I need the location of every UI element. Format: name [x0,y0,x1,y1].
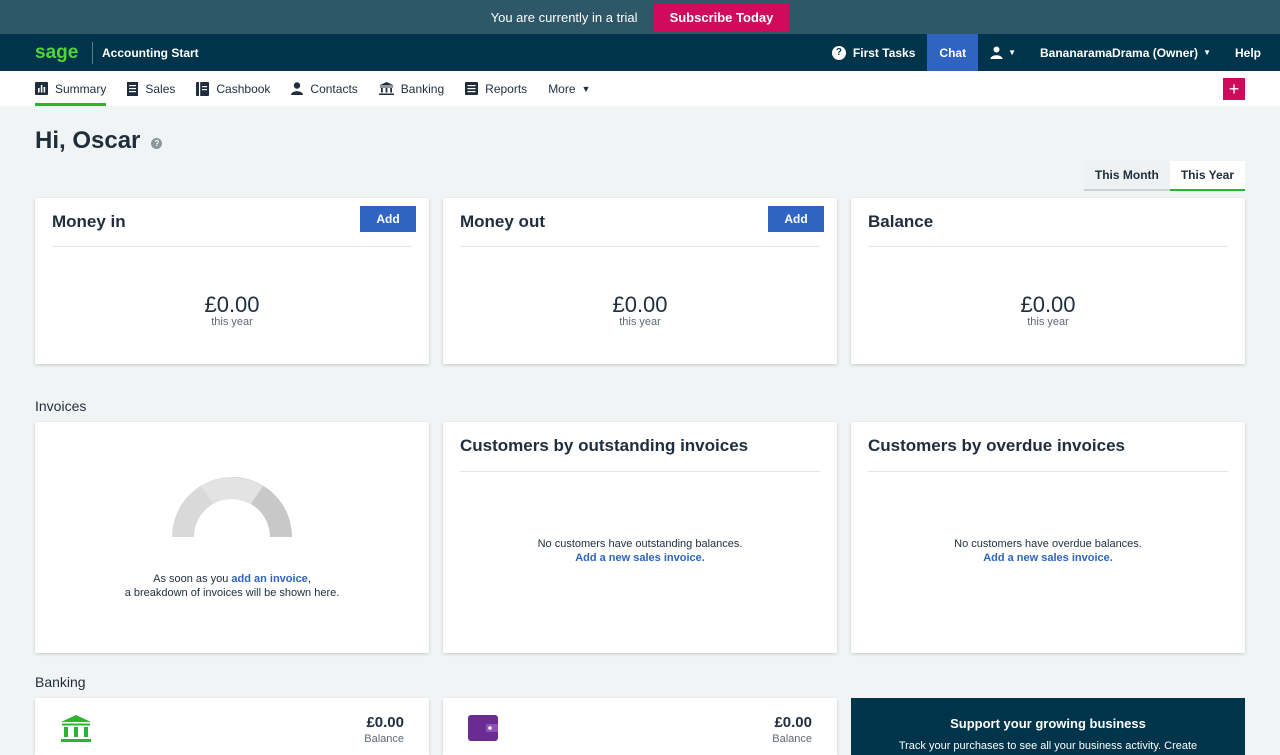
bank-icon [378,82,394,95]
tab-more-label: More [548,81,576,96]
first-tasks-label: First Tasks [852,45,916,60]
money-out-card: Money out Add £0.00 this year [443,198,837,364]
promo-title: Support your growing business [950,716,1146,731]
divider [460,471,820,472]
wallet-icon [468,715,498,741]
money-in-period: this year [211,316,253,328]
period-this-year[interactable]: This Year [1169,161,1245,191]
balance-period: this year [1027,316,1069,328]
divider [460,246,820,247]
overdue-title: Customers by overdue invoices [868,436,1125,455]
receipt-icon [127,81,139,96]
tab-banking[interactable]: Banking [378,71,445,106]
help-label: Help [1234,45,1261,60]
logo-divider [92,41,93,64]
add-sales-invoice-link[interactable]: Add a new sales invoice. [575,552,705,564]
overdue-empty-text: No customers have overdue balances. [954,538,1142,550]
bank-balance-amount: £0.00 [366,714,404,731]
add-sales-invoice-link[interactable]: Add a new sales invoice. [983,552,1113,564]
tab-more[interactable]: More ▼ [548,71,590,106]
bank-icon [61,715,91,742]
money-in-amount: £0.00 [204,292,260,317]
money-out-period: this year [619,316,661,328]
overdue-empty-note: No customers have overdue balances. Add … [851,537,1245,565]
divider [868,471,1228,472]
chat-label: Chat [939,45,967,60]
tab-reports-label: Reports [485,81,528,96]
tab-reports[interactable]: Reports [465,71,527,106]
trial-message: You are currently in a trial [490,9,638,25]
top-nav: sage Accounting Start ? First Tasks Chat… [0,34,1280,71]
business-menu[interactable]: BananaramaDrama (Owner) ▼ [1028,34,1223,71]
page-title: Hi, Oscar ? [35,127,163,155]
greeting-text: Hi, Oscar [35,127,141,154]
business-name: BananaramaDrama (Owner) [1040,45,1199,60]
outstanding-empty-text: No customers have outstanding balances. [537,538,743,550]
quick-create-button[interactable]: + [1223,78,1245,100]
book-icon [196,81,210,96]
product-name: Accounting Start [102,45,199,60]
chevron-down-icon: ▼ [1203,48,1211,57]
wallet-balance-label: Balance [772,733,812,745]
outstanding-empty-note: No customers have outstanding balances. … [443,537,837,565]
invoices-section-label: Invoices [35,398,87,414]
sage-logo[interactable]: sage [35,43,81,63]
balance-amount: £0.00 [1020,292,1076,317]
divider [52,246,412,247]
money-in-card: Money in Add £0.00 this year [35,198,429,364]
report-icon [465,82,479,95]
person-icon [291,82,304,95]
subscribe-button[interactable]: Subscribe Today [653,2,790,32]
banking-section-label: Banking [35,674,86,690]
period-toggle: This Month This Year [1083,161,1245,191]
caret-down-icon: ▼ [581,83,591,94]
chevron-down-icon: ▼ [1008,48,1016,57]
bank-balance-label: Balance [364,733,404,745]
chart-icon [35,82,48,95]
help-link[interactable]: Help [1223,34,1280,71]
tab-sales-label: Sales [145,81,176,96]
money-in-title: Money in [52,212,126,231]
promo-text: Track your purchases to see all your bus… [898,740,1198,752]
overdue-invoices-card: Customers by overdue invoices No custome… [851,422,1245,653]
tab-sales[interactable]: Sales [127,71,175,106]
tab-summary[interactable]: Summary [35,71,107,106]
chat-button[interactable]: Chat [927,34,979,71]
balance-card: Balance £0.00 this year [851,198,1245,364]
divider [868,246,1228,247]
help-icon[interactable]: ? [151,137,163,149]
bank-account-card[interactable]: £0.00 Balance [35,698,429,755]
invoice-breakdown-note: As soon as you add an invoice, a breakdo… [35,572,429,600]
first-tasks-link[interactable]: ? First Tasks [820,34,927,71]
wallet-account-card[interactable]: £0.00 Balance [443,698,837,755]
invoice-gauge [172,477,292,537]
outstanding-invoices-card: Customers by outstanding invoices No cus… [443,422,837,653]
note-line2: a breakdown of invoices will be shown he… [124,587,340,599]
note-prefix: As soon as you [153,573,232,585]
outstanding-title: Customers by outstanding invoices [460,436,749,455]
trial-banner: You are currently in a trial Subscribe T… [0,0,1280,34]
user-menu[interactable]: ▼ [978,34,1028,71]
main-nav: Summary Sales Cashbook Contacts Banking … [0,71,1280,106]
tab-contacts[interactable]: Contacts [291,71,358,106]
money-out-title: Money out [460,212,545,231]
user-icon [990,46,1003,59]
invoice-breakdown-card: As soon as you add an invoice, a breakdo… [35,422,429,653]
note-comma: , [307,573,311,585]
balance-title: Balance [868,212,934,231]
add-invoice-link[interactable]: add an invoice [231,573,307,585]
svg-text:sage: sage [35,43,78,63]
tab-contacts-label: Contacts [310,81,358,96]
money-out-amount: £0.00 [612,292,668,317]
money-out-add-button[interactable]: Add [768,206,824,232]
question-icon: ? [831,45,846,60]
tab-cashbook[interactable]: Cashbook [196,71,270,106]
wallet-balance-amount: £0.00 [774,714,812,731]
promo-card: Support your growing business Track your… [851,698,1245,755]
tab-cashbook-label: Cashbook [216,81,271,96]
tab-summary-label: Summary [55,81,107,96]
period-this-month[interactable]: This Month [1083,161,1170,191]
tab-banking-label: Banking [400,81,445,96]
money-in-add-button[interactable]: Add [360,206,416,232]
